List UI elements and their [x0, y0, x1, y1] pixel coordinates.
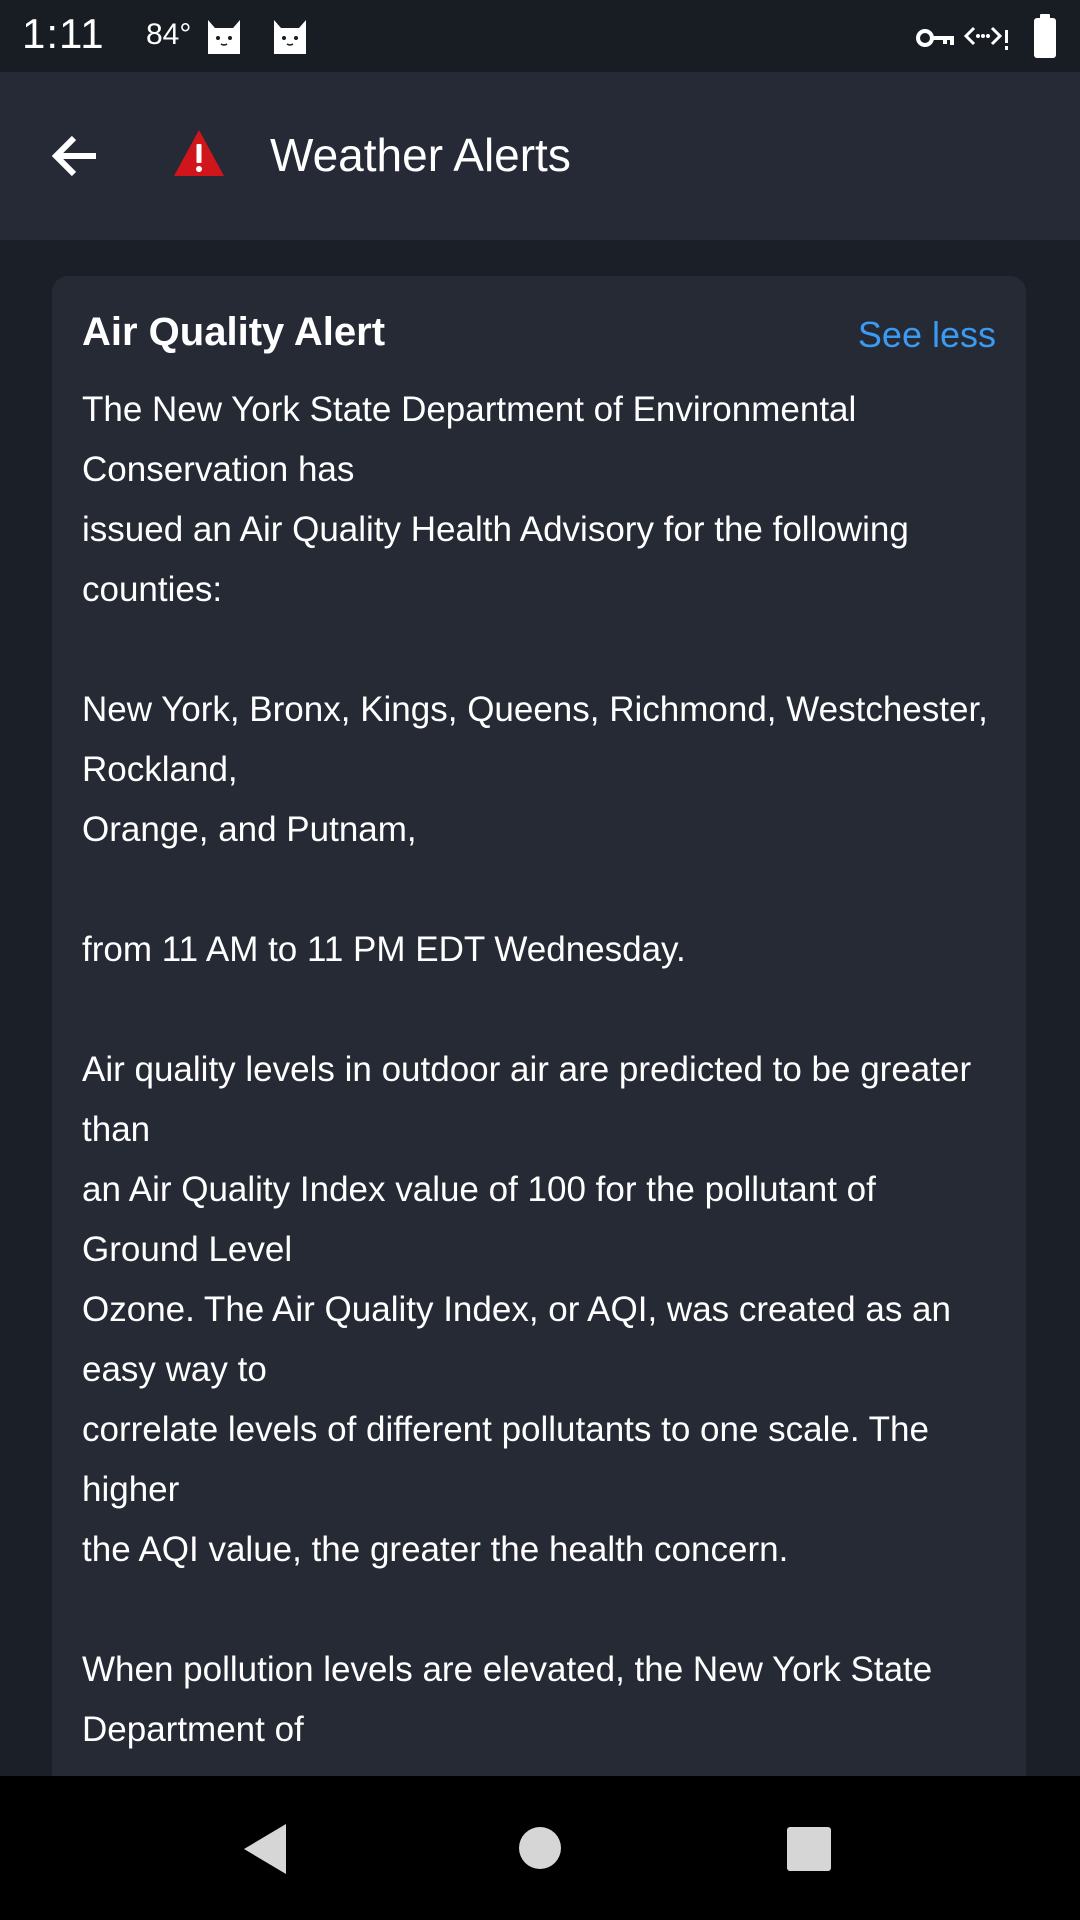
battery-icon	[1034, 14, 1056, 58]
cat-notification-icon	[274, 20, 306, 54]
data-saver-icon	[963, 26, 1008, 50]
app-bar: Weather Alerts	[0, 72, 1080, 240]
recents-square-icon[interactable]	[786, 1826, 832, 1872]
alert-card: Air Quality Alert See less The New York …	[52, 276, 1026, 1776]
vpn-key-icon	[916, 29, 954, 47]
home-circle-icon[interactable]	[518, 1826, 562, 1870]
system-nav-bar	[0, 1776, 1080, 1920]
status-temperature: 84°	[146, 18, 192, 51]
arrow-left-icon[interactable]	[46, 126, 106, 186]
status-time: 1:11	[22, 10, 105, 57]
status-bar: 1:11 84°	[0, 0, 1080, 72]
main-content[interactable]: Air Quality Alert See less The New York …	[0, 240, 1080, 1776]
alert-description: The New York State Department of Environ…	[82, 390, 988, 1749]
back-triangle-icon[interactable]	[240, 1822, 290, 1876]
page-title: Weather Alerts	[270, 129, 571, 181]
alert-title: Air Quality Alert	[82, 310, 386, 354]
see-less-link[interactable]: See less	[858, 314, 996, 356]
cat-notification-icon	[208, 20, 240, 54]
warning-icon	[174, 130, 224, 176]
